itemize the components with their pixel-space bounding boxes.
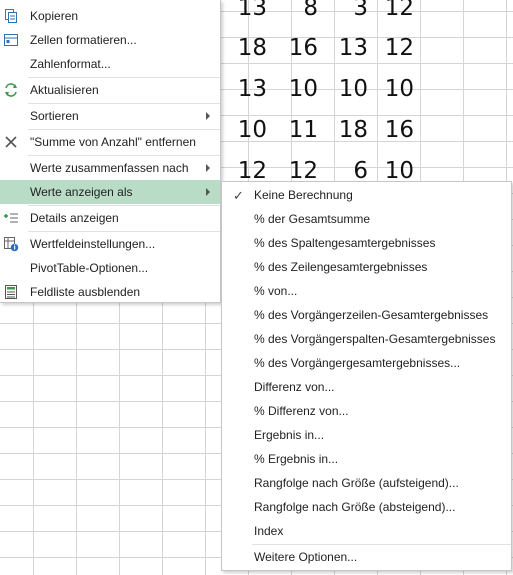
pivot-cell[interactable]: 10 — [274, 75, 318, 103]
menu-item-number-format[interactable]: Zahlenformat... — [0, 52, 220, 76]
chevron-right-icon — [206, 164, 210, 172]
menu-item-format-cells[interactable]: Zellen formatieren... — [0, 28, 220, 52]
submenu-item-label: % der Gesamtsumme — [254, 212, 371, 226]
submenu-item-percent-running-total-in[interactable]: % Ergebnis in... — [222, 447, 511, 471]
chevron-right-icon — [206, 112, 210, 120]
submenu-item-percent-of-row-total[interactable]: % des Zeilengesamtergebnisses — [222, 255, 511, 279]
pivot-cell[interactable]: 11 — [274, 116, 318, 144]
menu-item-remove-field[interactable]: "Summe von Anzahl" entfernen — [0, 130, 220, 154]
pivot-cell[interactable]: 10 — [370, 75, 414, 103]
submenu-item-percent-of-parent-total[interactable]: % des Vorgängergesamtergebnisses... — [222, 351, 511, 375]
submenu-item-label: Rangfolge nach Größe (aufsteigend)... — [254, 476, 459, 490]
submenu-item-label: % des Zeilengesamtergebnisses — [254, 260, 428, 274]
pivot-cell[interactable]: 8 — [274, 0, 318, 22]
submenu-item-label: Weitere Optionen... — [254, 550, 358, 564]
format-cells-icon — [3, 32, 19, 48]
submenu-item-label: % des Spaltengesamtergebnisses — [254, 236, 436, 250]
show-details-icon — [3, 210, 19, 226]
pivot-cell[interactable]: 10 — [223, 116, 267, 144]
submenu-item-percent-of[interactable]: % von... — [222, 279, 511, 303]
pivot-cell[interactable]: 13 — [324, 34, 368, 62]
pivot-cell[interactable]: 12 — [370, 0, 414, 22]
menu-item-label: "Summe von Anzahl" entfernen — [30, 135, 196, 149]
menu-item-value-field-settings[interactable]: Wertfeldeinstellungen... — [0, 232, 220, 256]
submenu-item-percent-difference-from[interactable]: % Differenz von... — [222, 399, 511, 423]
submenu-item-label: % des Vorgängergesamtergebnisses... — [254, 356, 461, 370]
menu-item-hide-field-list[interactable]: Feldliste ausblenden — [0, 280, 220, 304]
submenu-item-percent-of-parent-row-total[interactable]: % des Vorgängerzeilen-Gesamtergebnisses — [222, 303, 511, 327]
menu-item-label: Details anzeigen — [30, 211, 119, 225]
menu-item-label: Werte anzeigen als — [30, 185, 133, 199]
submenu-item-label: % des Vorgängerspalten-Gesamtergebnisses — [254, 332, 496, 346]
menu-item-pivot-options[interactable]: PivotTable-Optionen... — [0, 256, 220, 280]
show-values-as-submenu: ✓ Keine Berechnung % der Gesamtsumme % d… — [221, 181, 512, 571]
menu-item-label: Werte zusammenfassen nach — [30, 161, 189, 175]
menu-item-label: PivotTable-Optionen... — [30, 261, 149, 275]
menu-item-refresh[interactable]: Aktualisieren — [0, 78, 220, 102]
submenu-item-label: Index — [254, 524, 284, 538]
refresh-icon — [3, 82, 19, 98]
pivot-cell[interactable]: 13 — [223, 75, 267, 103]
submenu-item-label: % des Vorgängerzeilen-Gesamtergebnisses — [254, 308, 489, 322]
submenu-item-label: Ergebnis in... — [254, 428, 325, 442]
field-settings-icon — [3, 236, 19, 252]
submenu-item-label: Keine Berechnung — [254, 188, 353, 202]
pivot-cell[interactable]: 16 — [370, 116, 414, 144]
submenu-item-rank-descending[interactable]: Rangfolge nach Größe (absteigend)... — [222, 495, 511, 519]
submenu-item-percent-of-grand-total[interactable]: % der Gesamtsumme — [222, 207, 511, 231]
menu-item-label: Wertfeldeinstellungen... — [30, 237, 156, 251]
checkmark-icon: ✓ — [233, 188, 244, 203]
submenu-item-index[interactable]: Index — [222, 519, 511, 543]
menu-item-label: Sortieren — [30, 109, 79, 123]
submenu-item-running-total-in[interactable]: Ergebnis in... — [222, 423, 511, 447]
pivot-cell[interactable]: 18 — [324, 116, 368, 144]
pivot-cell[interactable]: 18 — [223, 34, 267, 62]
pivot-cell[interactable]: 16 — [274, 34, 318, 62]
submenu-item-label: Differenz von... — [254, 380, 335, 394]
pivot-cell[interactable]: 13 — [223, 0, 267, 22]
submenu-item-label: % von... — [254, 284, 298, 298]
context-menu: Kopieren Zellen formatieren... Zahlenfor… — [0, 0, 221, 303]
submenu-item-label: Rangfolge nach Größe (absteigend)... — [254, 500, 456, 514]
menu-item-show-details[interactable]: Details anzeigen — [0, 206, 220, 230]
menu-item-label: Kopieren — [30, 9, 79, 23]
submenu-item-rank-ascending[interactable]: Rangfolge nach Größe (aufsteigend)... — [222, 471, 511, 495]
menu-item-label: Zellen formatieren... — [30, 33, 137, 47]
menu-item-show-values-as[interactable]: Werte anzeigen als — [0, 180, 220, 204]
menu-item-copy[interactable]: Kopieren — [0, 4, 220, 28]
field-list-icon — [3, 284, 19, 300]
pivot-cell[interactable]: 3 — [324, 0, 368, 22]
submenu-item-label: % Differenz von... — [254, 404, 349, 418]
chevron-right-icon — [206, 188, 210, 196]
menu-item-summarize-by[interactable]: Werte zusammenfassen nach — [0, 156, 220, 180]
remove-icon — [3, 134, 19, 150]
menu-item-label: Feldliste ausblenden — [30, 285, 141, 299]
submenu-item-label: % Ergebnis in... — [254, 452, 339, 466]
submenu-item-percent-of-column-total[interactable]: % des Spaltengesamtergebnisses — [222, 231, 511, 255]
pivot-cell[interactable]: 12 — [370, 34, 414, 62]
submenu-item-no-calculation[interactable]: ✓ Keine Berechnung — [222, 183, 511, 207]
submenu-item-more-options[interactable]: Weitere Optionen... — [222, 545, 511, 569]
menu-item-label: Aktualisieren — [30, 83, 99, 97]
menu-item-label: Zahlenformat... — [30, 57, 111, 71]
submenu-item-percent-of-parent-column-total[interactable]: % des Vorgängerspalten-Gesamtergebnisses — [222, 327, 511, 351]
submenu-item-difference-from[interactable]: Differenz von... — [222, 375, 511, 399]
menu-item-sort[interactable]: Sortieren — [0, 104, 220, 128]
copy-icon — [3, 8, 19, 24]
pivot-cell[interactable]: 10 — [324, 75, 368, 103]
